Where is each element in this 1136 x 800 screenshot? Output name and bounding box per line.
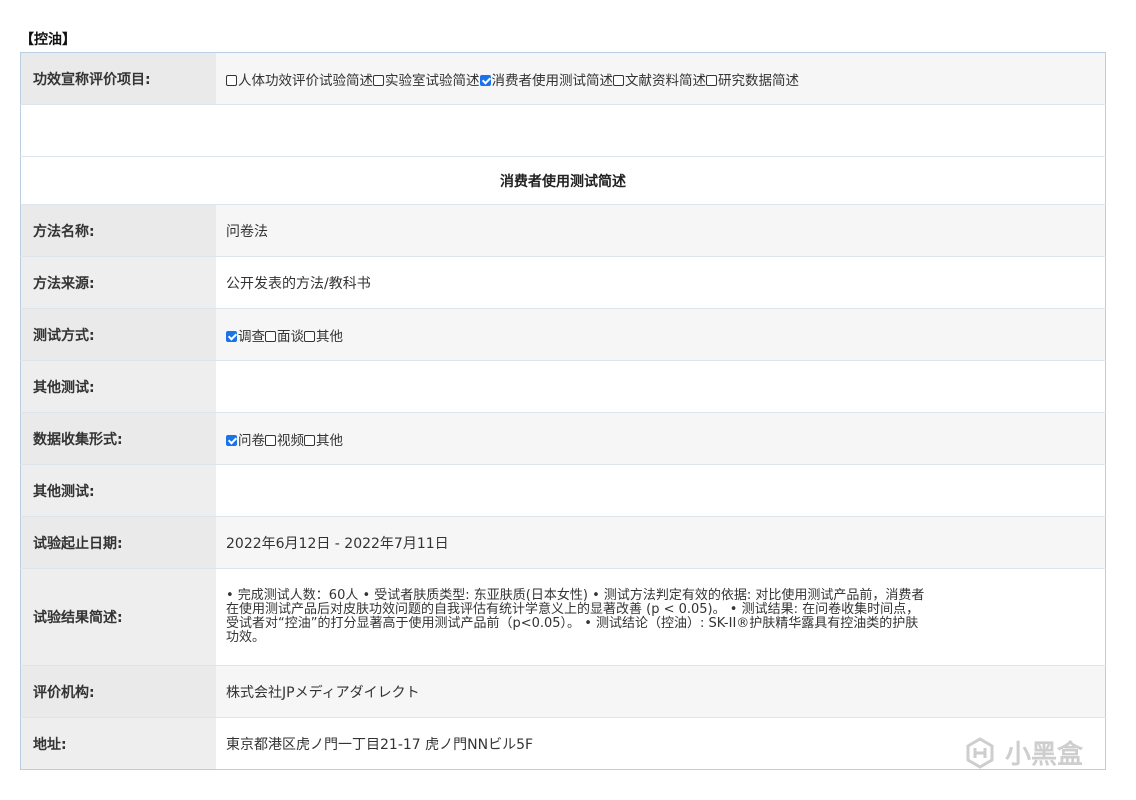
data-collection-options: 问卷 视频 其他 [216, 412, 1106, 465]
data-collection-row: 数据收集形式: 问卷 视频 其他 [20, 412, 1106, 465]
institution-row: 评价机构: 株式会社JPメディアダイレクト [20, 665, 1106, 718]
test-mode-option-interview[interactable]: 面谈 [265, 329, 304, 345]
subsection-row: 消费者使用测试简述 [20, 156, 1106, 205]
method-source-value: 公开发表的方法/教科书 [216, 256, 1106, 309]
checkbox-icon[interactable] [265, 330, 276, 342]
checkbox-checked-icon[interactable] [479, 74, 491, 86]
result-summary-row: 试验结果简述: • 完成测试人数：60人 • 受试者肤质类型: 东亚肤质(日本女… [20, 568, 1106, 666]
other-test-row-1: 其他测试: [20, 360, 1106, 413]
test-mode-option-survey[interactable]: 调查 [226, 329, 265, 345]
result-summary-cell: • 完成测试人数：60人 • 受试者肤质类型: 东亚肤质(日本女性) • 测试方… [216, 568, 1106, 666]
other-test-label: 其他测试: [20, 464, 216, 517]
test-mode-options: 调查 面谈 其他 [216, 308, 1106, 361]
empty-row [20, 104, 1106, 157]
method-name-row: 方法名称: 问卷法 [20, 204, 1106, 257]
claim-options: 人体功效评价试验简述 实验室试验简述 消费者使用测试简述 文献资料简述 研究数据简述 [216, 52, 1106, 105]
data-option-video[interactable]: 视频 [265, 433, 304, 449]
checkbox-icon[interactable] [304, 330, 315, 342]
address-label: 地址: [20, 717, 216, 770]
checkbox-icon[interactable] [265, 434, 276, 446]
checkbox-icon[interactable] [613, 74, 624, 86]
test-mode-option-other[interactable]: 其他 [304, 329, 343, 345]
watermark-text: 小黑盒 [1005, 740, 1084, 770]
checkbox-icon[interactable] [373, 74, 384, 86]
claim-option-consumer[interactable]: 消费者使用测试简述 [479, 73, 613, 89]
claim-evaluation-table: 功效宣称评价项目: 人体功效评价试验简述 实验室试验简述 消费者使用测试简述 文献资料… [20, 52, 1106, 770]
method-name-value: 问卷法 [216, 204, 1106, 257]
data-collection-label: 数据收集形式: [20, 412, 216, 465]
claim-option-human[interactable]: 人体功效评价试验简述 [226, 73, 373, 89]
test-period-row: 试验起止日期: 2022年6月12日 - 2022年7月11日 [20, 516, 1106, 569]
claim-option-literature[interactable]: 文献资料简述 [613, 73, 706, 89]
test-period-label: 试验起止日期: [20, 516, 216, 569]
checkbox-checked-icon[interactable] [226, 434, 237, 446]
other-test-value [216, 464, 1106, 517]
spacer-row [20, 104, 1106, 157]
method-source-row: 方法来源: 公开发表的方法/教科书 [20, 256, 1106, 309]
heybox-logo-icon [966, 736, 994, 769]
checkbox-icon[interactable] [706, 74, 717, 86]
method-source-label: 方法来源: [20, 256, 216, 309]
other-test-label: 其他测试: [20, 360, 216, 413]
section-title: 【控油】 [20, 32, 76, 48]
data-option-other[interactable]: 其他 [304, 433, 343, 449]
other-test-value [216, 360, 1106, 413]
subsection-heading: 消费者使用测试简述 [20, 156, 1106, 205]
checkbox-icon[interactable] [304, 434, 315, 446]
claim-row: 功效宣称评价项目: 人体功效评价试验简述 实验室试验简述 消费者使用测试简述 文献资料… [20, 52, 1106, 105]
address-row: 地址: 東京都港区虎ノ門一丁目21-17 虎ノ門NNビル5F [20, 717, 1106, 770]
watermark: 小黑盒 [963, 734, 1083, 771]
claim-option-research[interactable]: 研究数据简述 [706, 73, 799, 89]
test-mode-label: 测试方式: [20, 308, 216, 361]
method-name-label: 方法名称: [20, 204, 216, 257]
institution-label: 评价机构: [20, 665, 216, 718]
institution-value: 株式会社JPメディアダイレクト [216, 665, 1106, 718]
test-mode-row: 测试方式: 调查 面谈 其他 [20, 308, 1106, 361]
claim-label: 功效宣称评价项目: [20, 52, 216, 105]
test-period-value: 2022年6月12日 - 2022年7月11日 [216, 516, 1106, 569]
checkbox-checked-icon[interactable] [226, 330, 237, 342]
checkbox-icon[interactable] [226, 74, 237, 86]
data-option-questionnaire[interactable]: 问卷 [226, 433, 265, 449]
other-test-row-2: 其他测试: [20, 464, 1106, 517]
claim-option-lab[interactable]: 实验室试验简述 [373, 73, 480, 89]
result-summary-label: 试验结果简述: [20, 568, 216, 666]
result-summary-text: • 完成测试人数：60人 • 受试者肤质类型: 东亚肤质(日本女性) • 测试方… [226, 588, 925, 645]
